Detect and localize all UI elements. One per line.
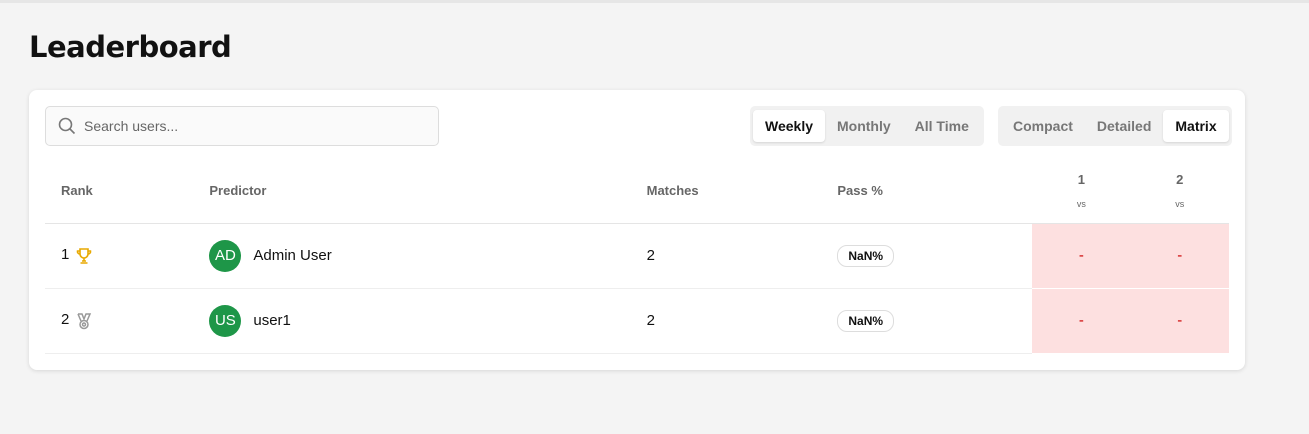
tab-all-time[interactable]: All Time bbox=[903, 110, 981, 142]
vs-label: vs bbox=[1076, 198, 1086, 209]
col-match-1[interactable]: 1 vs bbox=[1032, 158, 1131, 224]
page-title: Leaderboard bbox=[29, 30, 232, 64]
match-number: 2 bbox=[1176, 171, 1184, 187]
tab-weekly[interactable]: Weekly bbox=[753, 110, 825, 142]
match-number: 1 bbox=[1077, 171, 1085, 187]
avatar: AD bbox=[209, 239, 242, 272]
matrix-cell: - bbox=[1130, 223, 1229, 289]
top-border bbox=[0, 0, 1309, 3]
search-icon bbox=[58, 117, 76, 135]
user-name[interactable]: Admin User bbox=[253, 246, 331, 263]
leaderboard-card: Weekly Monthly All Time Compact Detailed… bbox=[29, 90, 1245, 370]
pass-badge: NaN% bbox=[837, 244, 895, 267]
rank: 2 bbox=[61, 311, 70, 329]
table-row[interactable]: 1 AD Admin User 2 NaN% - - bbox=[45, 223, 1229, 289]
view-tabs: Compact Detailed Matrix bbox=[998, 106, 1232, 146]
tab-detailed[interactable]: Detailed bbox=[1085, 110, 1163, 142]
col-match-2[interactable]: 2 vs bbox=[1130, 158, 1229, 224]
col-matches[interactable]: Matches bbox=[646, 158, 838, 224]
user-name[interactable]: user1 bbox=[253, 311, 291, 328]
col-rank[interactable]: Rank bbox=[45, 158, 210, 224]
matrix-cell: - bbox=[1130, 288, 1229, 354]
medal-icon bbox=[77, 312, 92, 329]
rank: 1 bbox=[61, 246, 70, 264]
col-pass[interactable]: Pass % bbox=[837, 158, 1033, 224]
matrix-cell: - bbox=[1032, 223, 1131, 289]
table-header: Rank Predictor Matches Pass % 1 vs 2 vs bbox=[45, 158, 1229, 224]
pass-badge: NaN% bbox=[837, 309, 895, 332]
avatar: US bbox=[209, 304, 242, 337]
col-predictor[interactable]: Predictor bbox=[209, 158, 647, 224]
matches: 2 bbox=[646, 288, 838, 354]
tab-monthly[interactable]: Monthly bbox=[825, 110, 903, 142]
leaderboard-table: Rank Predictor Matches Pass % 1 vs 2 vs 1 … bbox=[45, 158, 1229, 354]
vs-label: vs bbox=[1175, 198, 1185, 209]
table-row[interactable]: 2 US user1 2 NaN% - - bbox=[45, 288, 1229, 354]
matrix-cell: - bbox=[1032, 288, 1131, 354]
search-box[interactable] bbox=[45, 106, 439, 146]
period-tabs: Weekly Monthly All Time bbox=[750, 106, 984, 146]
tab-matrix[interactable]: Matrix bbox=[1163, 110, 1229, 142]
trophy-icon bbox=[77, 247, 92, 264]
search-input[interactable] bbox=[84, 118, 404, 134]
tab-compact[interactable]: Compact bbox=[1001, 110, 1085, 142]
matches: 2 bbox=[646, 223, 838, 289]
